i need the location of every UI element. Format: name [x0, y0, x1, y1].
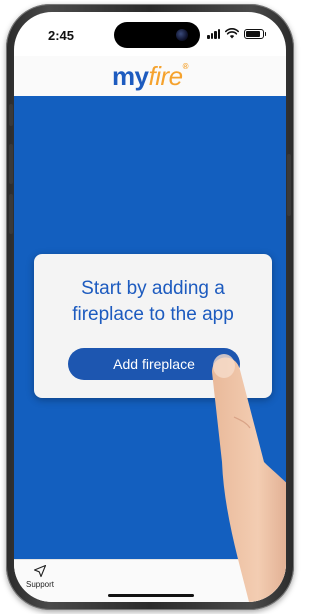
action-button [9, 104, 13, 126]
wifi-icon [225, 28, 239, 39]
signal-icon [207, 28, 220, 39]
main-content: Start by adding a fireplace to the app A… [14, 96, 286, 559]
empty-state-card: Start by adding a fireplace to the app A… [34, 254, 272, 398]
send-icon [33, 564, 47, 578]
phone-screen: 2:45 myfire® Start by adding a fireplace… [14, 12, 286, 602]
grid-icon [258, 565, 270, 577]
home-indicator [108, 594, 194, 597]
logo-text-fire: fire [148, 61, 184, 91]
battery-icon [244, 28, 266, 39]
nav-support[interactable]: Support [26, 564, 54, 589]
nav-menu-label: Menu [253, 580, 274, 589]
status-bar: 2:45 [14, 12, 286, 56]
logo-text-my: my [111, 61, 149, 91]
registered-mark: ® [182, 62, 189, 71]
battery-level [246, 30, 260, 37]
volume-up-button [9, 144, 13, 184]
camera-icon [176, 29, 188, 41]
product-mockup: 2:45 myfire® Start by adding a fireplace… [0, 0, 300, 614]
nav-support-label: Support [26, 580, 55, 589]
add-fireplace-label: Add fireplace [113, 356, 195, 372]
dynamic-island [114, 22, 200, 48]
volume-down-button [9, 194, 13, 234]
status-time: 2:45 [48, 28, 75, 43]
nav-menu[interactable]: Menu [254, 564, 274, 589]
app-header: myfire® [14, 56, 286, 96]
power-button [287, 154, 291, 216]
bottom-nav: Support Menu [14, 559, 286, 602]
empty-state-title: Start by adding a fireplace to the app [72, 278, 234, 325]
add-fireplace-button[interactable]: Add fireplace [68, 348, 240, 380]
myfire-logo: myfire® [111, 61, 189, 91]
status-icons [207, 28, 266, 39]
